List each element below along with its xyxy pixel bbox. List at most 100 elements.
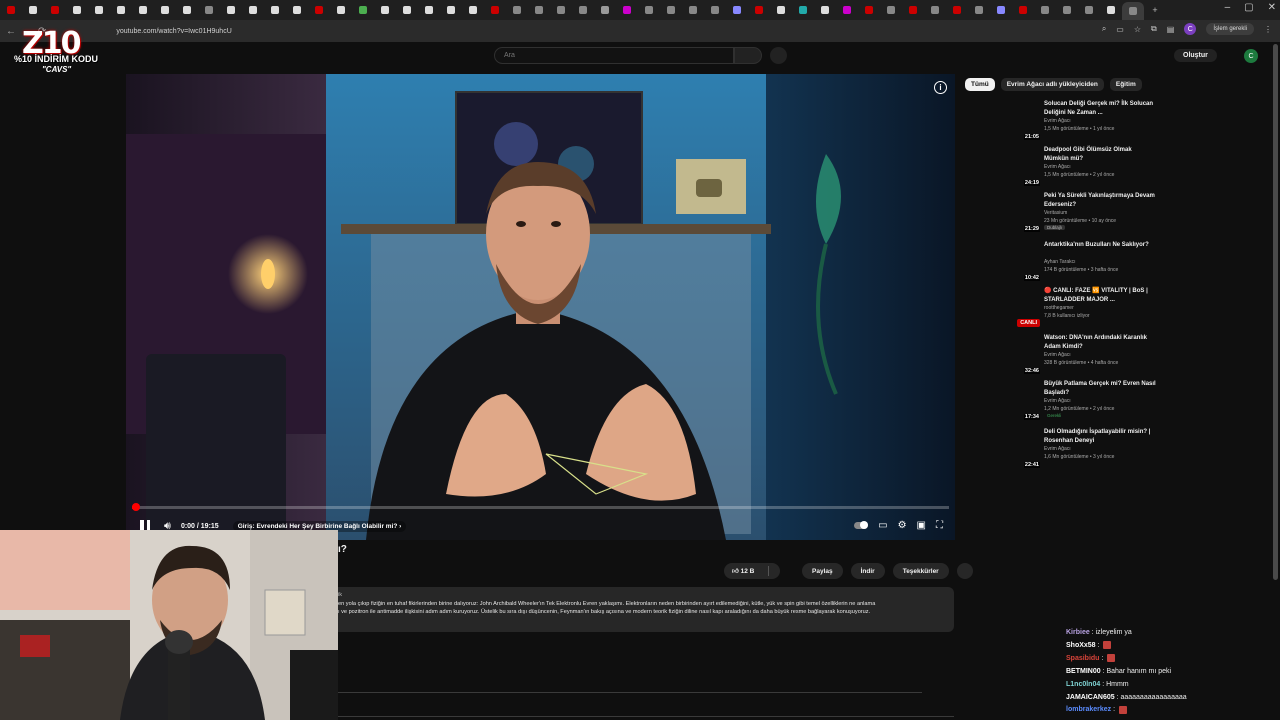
browser-tab[interactable] — [616, 3, 638, 17]
browser-tab[interactable] — [418, 3, 440, 17]
channel-name[interactable]: Veritasium — [1044, 210, 1067, 216]
browser-tab[interactable] — [22, 3, 44, 17]
video-thumbnail[interactable]: 10:42 — [1010, 241, 1040, 281]
browser-tab[interactable] — [924, 3, 946, 17]
share-button[interactable]: Paylaş — [802, 563, 843, 579]
browser-tab[interactable] — [462, 3, 484, 17]
browser-tab[interactable] — [660, 3, 682, 17]
browser-tab[interactable] — [880, 3, 902, 17]
browser-tab[interactable] — [1056, 3, 1078, 17]
settings-gear-icon[interactable]: ⚙ — [898, 520, 907, 531]
browser-tab[interactable] — [594, 3, 616, 17]
fullscreen-icon[interactable]: ⛶ — [936, 520, 943, 531]
browser-tab[interactable] — [374, 3, 396, 17]
channel-name[interactable]: Evrim Ağacı — [1044, 352, 1071, 358]
recommended-title[interactable]: Peki Ya Sürekli Yakınlaştırmaya Devam Ed… — [1044, 192, 1156, 209]
description-box[interactable]: ik en yola çıkıp fiziğin en tuhaf fikirl… — [338, 587, 954, 632]
browser-tab[interactable] — [1100, 3, 1122, 17]
browser-tab[interactable] — [968, 3, 990, 17]
browser-tab[interactable] — [1012, 3, 1034, 17]
chat-username[interactable]: ShoXx58 — [1066, 642, 1096, 649]
maximize-icon[interactable]: ▢ — [1244, 2, 1253, 13]
browser-tab[interactable] — [220, 3, 242, 17]
voice-search-icon[interactable] — [770, 47, 787, 64]
browser-tab[interactable] — [286, 3, 308, 17]
video-player[interactable]: i 🔊︎ 0:00 / 19:15 Giriş: Evrendeki Her Ş… — [126, 74, 955, 540]
channel-name[interactable]: Evrim Ağacı — [1044, 398, 1071, 404]
video-thumbnail[interactable]: 22:41 — [1010, 428, 1040, 468]
browser-tab[interactable] — [946, 3, 968, 17]
video-thumbnail[interactable]: 32:46 — [1010, 334, 1040, 374]
video-thumbnail[interactable]: 17:34 — [1010, 380, 1040, 420]
video-thumbnail[interactable]: 21:29 — [1010, 192, 1040, 232]
account-avatar[interactable]: C — [1244, 49, 1258, 63]
channel-name[interactable]: Evrim Ağacı — [1044, 446, 1071, 452]
recommended-item[interactable]: 22:41 Deli Olmadığını İspatlayabilir misi… — [1010, 428, 1160, 472]
browser-tab[interactable] — [726, 3, 748, 17]
recommended-item[interactable]: 32:46 Watson: DNA'nın Ardındaki Karanlık … — [1010, 334, 1160, 378]
recommended-title[interactable]: 🔴 CANLI: FAZE 🆚 VITALITY | BoS | STARLAD… — [1044, 287, 1156, 304]
browser-tab[interactable] — [352, 3, 374, 17]
video-thumbnail[interactable]: 21:05 — [1010, 100, 1040, 140]
recommended-title[interactable]: Büyük Patlama Gerçek mi? Evren Nasıl Baş… — [1044, 380, 1156, 397]
theater-mode-icon[interactable]: ▣ — [917, 520, 926, 531]
browser-menu-icon[interactable]: ⋮ — [1264, 25, 1272, 34]
browser-tab[interactable] — [484, 3, 506, 17]
channel-name[interactable]: rootthegamer — [1044, 305, 1074, 311]
chat-username[interactable]: Spasibidu — [1066, 655, 1099, 662]
like-button[interactable]: 👍︎ 12 B — [724, 563, 780, 579]
recommended-item[interactable]: 10:42 Antarktika'nın Buzulları Ne Saklıyo… — [1010, 241, 1160, 285]
browser-tab[interactable] — [638, 3, 660, 17]
browser-tab[interactable] — [550, 3, 572, 17]
recommended-item[interactable]: 21:05 Solucan Deliği Gerçek mi? İlk Soluc… — [1010, 100, 1160, 144]
recommended-title[interactable]: Antarktika'nın Buzulları Ne Saklıyor? — [1044, 241, 1156, 250]
browser-tab[interactable] — [704, 3, 726, 17]
thanks-button[interactable]: Teşekkürler — [892, 563, 949, 579]
recommended-title[interactable]: Solucan Deliği Gerçek mi? İlk Solucan De… — [1044, 100, 1156, 117]
channel-name[interactable]: Evrim Ağacı — [1044, 118, 1071, 124]
recommended-item[interactable]: 17:34 Büyük Patlama Gerçek mi? Evren Nası… — [1010, 380, 1160, 424]
browser-tab[interactable] — [792, 3, 814, 17]
browser-tab[interactable] — [132, 3, 154, 17]
recommended-item[interactable]: 24:19 Deadpool Gibi Ölümsüz Olmak Mümkün … — [1010, 146, 1160, 190]
browser-tab[interactable] — [242, 3, 264, 17]
subtitles-icon[interactable]: ▭ — [878, 520, 887, 531]
more-actions-button[interactable] — [956, 563, 973, 579]
video-thumbnail[interactable]: CANLI — [1010, 287, 1040, 327]
browser-tab[interactable] — [748, 3, 770, 17]
recommended-title[interactable]: Watson: DNA'nın Ardındaki Karanlık Adam … — [1044, 334, 1156, 351]
chat-username[interactable]: JAMAICAN605 — [1066, 694, 1115, 701]
browser-tab[interactable] — [440, 3, 462, 17]
browser-tab[interactable] — [506, 3, 528, 17]
browser-tab[interactable] — [1034, 3, 1056, 17]
browser-tab[interactable] — [990, 3, 1012, 17]
browser-tab[interactable] — [264, 3, 286, 17]
browser-tab[interactable] — [682, 3, 704, 17]
chip-from-uploader[interactable]: Evrim Ağacı adlı yükleyiciden — [1000, 78, 1104, 91]
minimize-icon[interactable]: – — [1225, 2, 1231, 13]
profile-action-button[interactable]: İşlem gerekli — [1206, 23, 1254, 35]
chat-username[interactable]: Kirbiee — [1066, 629, 1090, 636]
browser-tab[interactable] — [110, 3, 132, 17]
browser-tab[interactable] — [572, 3, 594, 17]
zoom-icon[interactable]: ⌕ — [1102, 24, 1106, 34]
browser-tab[interactable] — [308, 3, 330, 17]
browser-tab[interactable] — [330, 3, 352, 17]
browser-tab[interactable] — [1078, 3, 1100, 17]
progress-bar[interactable] — [132, 503, 949, 511]
browser-tab[interactable] — [88, 3, 110, 17]
chip-education[interactable]: Eğitim — [1109, 78, 1142, 91]
back-icon[interactable]: ← — [6, 26, 16, 37]
browser-tab[interactable] — [154, 3, 176, 17]
browser-tab[interactable] — [770, 3, 792, 17]
browser-profile-avatar[interactable]: C — [1184, 23, 1197, 35]
search-button[interactable] — [734, 47, 762, 64]
browser-tab[interactable] — [528, 3, 550, 17]
browser-tab[interactable] — [0, 3, 22, 17]
download-button[interactable]: İndir — [850, 563, 885, 579]
browser-tab[interactable] — [858, 3, 880, 17]
browser-tab-active[interactable] — [1122, 2, 1144, 20]
browser-tab[interactable] — [198, 3, 220, 17]
chat-username[interactable]: BETMIN00 — [1066, 668, 1101, 675]
search-input[interactable]: Ara — [494, 47, 734, 64]
